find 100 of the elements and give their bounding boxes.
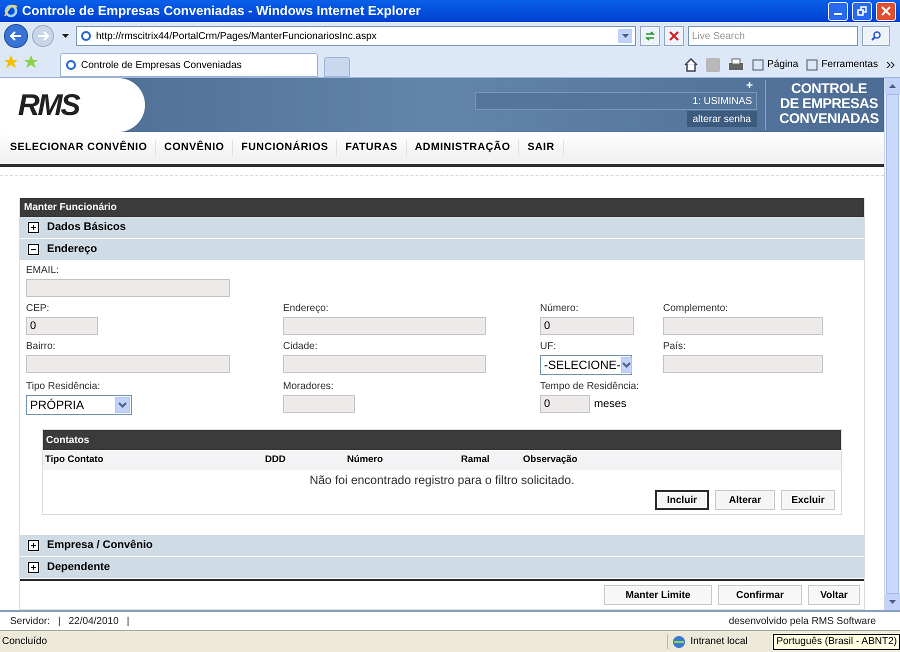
column-header: Ramal (460, 452, 491, 467)
credit-text: desenvolvido pela RMS Software (728, 614, 876, 628)
toolbar-menu[interactable]: Página (752, 57, 798, 72)
field-label: Bairro: (26, 341, 56, 353)
refresh-icon (644, 30, 656, 42)
toolbar-menu[interactable]: Ferramentas (806, 57, 878, 72)
panel-title: Manter Funcionário (20, 198, 864, 217)
restore-icon (857, 6, 867, 16)
action-button[interactable]: Confirmar (718, 585, 802, 605)
input-field[interactable] (663, 355, 823, 373)
menu-label: Página (767, 58, 798, 72)
section-header[interactable]: Dependente (20, 557, 864, 579)
home-icon[interactable] (684, 58, 698, 72)
input-field[interactable]: 0 (540, 317, 634, 335)
restore-button[interactable] (852, 2, 872, 20)
separator: | (58, 614, 61, 628)
change-password-link[interactable]: alterar senha (686, 111, 757, 127)
browser-tab[interactable]: Controle de Empresas Conveniadas (60, 53, 318, 77)
minimize-button[interactable] (828, 2, 848, 20)
address-field[interactable]: http://rmscitrix44/PortalCrm/Pages/ManterFuncionariosInc.aspx (76, 26, 636, 46)
app-title: CONTROLE (791, 81, 867, 96)
field-label: País: (663, 341, 687, 353)
nav-item[interactable]: SELECIONAR CONVÊNIO (2, 140, 156, 156)
plus-icon[interactable] (28, 540, 39, 551)
field-label: Número: (540, 303, 580, 315)
search-icon (871, 31, 881, 41)
field-label: CEP: (26, 303, 50, 315)
nav-item[interactable]: SAIR (519, 140, 564, 156)
field-label: Complemento: (663, 303, 730, 315)
field-label: Cidade: (283, 341, 318, 353)
section-header[interactable]: Empresa / Convênio (20, 535, 864, 557)
close-button[interactable] (876, 2, 896, 20)
page-icon (80, 30, 92, 42)
table-button[interactable]: Alterar (715, 490, 775, 510)
field-label: Endereço: (283, 303, 330, 315)
browser-icon (4, 4, 18, 18)
page-icon (752, 58, 764, 70)
nav-item[interactable]: FUNCIONÁRIOS (233, 140, 338, 156)
field-label: EMAIL: (26, 265, 60, 277)
column-header: Observação (522, 452, 578, 467)
table-button[interactable]: Incluir (655, 490, 709, 510)
minus-icon[interactable] (28, 244, 39, 255)
printer-icon[interactable] (728, 58, 744, 72)
input-field[interactable] (283, 317, 486, 335)
input-field[interactable] (26, 279, 230, 297)
field-suffix: meses (594, 396, 626, 412)
field-label: Tempo de Residência: (540, 381, 640, 393)
logo: RMS (18, 88, 79, 124)
app-title: DE EMPRESAS (780, 96, 878, 111)
refresh-button[interactable] (640, 26, 660, 46)
table-button[interactable]: Excluir (781, 490, 835, 510)
dropdown[interactable]: PRÓPRIA (26, 395, 132, 415)
page-icon (806, 58, 818, 70)
input-field[interactable] (283, 355, 486, 373)
section-header[interactable]: Endereço (20, 239, 864, 261)
menu-label: Ferramentas (821, 58, 878, 72)
column-header: DDD (264, 452, 287, 467)
input-field[interactable] (663, 317, 823, 335)
zone-label: Intranet local (690, 635, 748, 649)
nav-item[interactable]: CONVÊNIO (156, 140, 234, 156)
action-button[interactable]: Manter Limite (604, 585, 712, 605)
window-title: Controle de Empresas Conveniadas - Windows Internet Explorer (22, 2, 422, 20)
plus-icon[interactable] (28, 222, 39, 233)
scrollbar-drawing[interactable] (884, 78, 900, 610)
plus-icon[interactable] (28, 562, 39, 573)
close-icon (881, 6, 891, 16)
column-header: Número (346, 452, 384, 467)
server-label: Servidor: (10, 614, 50, 628)
stop-button[interactable] (664, 26, 684, 46)
search-field[interactable]: Live Search (688, 26, 858, 46)
page-icon (65, 59, 77, 71)
field-label: Moradores: (283, 381, 335, 393)
separator: | (126, 614, 130, 628)
action-button[interactable]: Voltar (808, 585, 860, 605)
globe-icon (672, 634, 686, 648)
favorites-star-icon[interactable] (4, 55, 18, 69)
empty-message: Não foi encontrado registro para o filtro solicitado. (308, 472, 576, 489)
field-label: Tipo Residência: (26, 381, 102, 393)
stop-icon (669, 31, 679, 41)
table-title: Contatos (43, 430, 841, 450)
chevron-icon[interactable] (886, 60, 896, 70)
back-button[interactable] (4, 24, 28, 48)
back-arrow-icon (10, 31, 22, 41)
nav-item[interactable]: FATURAS (337, 140, 407, 156)
section-header[interactable]: Dados Básicos (20, 217, 864, 239)
field-label: UF: (540, 341, 558, 353)
input-field[interactable] (26, 355, 230, 373)
minimize-icon (834, 13, 842, 15)
search-button[interactable] (862, 26, 890, 46)
dropdown[interactable]: -SELECIONE- (540, 355, 632, 375)
input-field[interactable]: 0 (540, 395, 590, 413)
forward-arrow-icon (37, 31, 49, 41)
status-text: Concluído (2, 635, 48, 649)
user-field: 1: USIMINAS (475, 92, 757, 110)
input-field[interactable] (283, 395, 355, 413)
app-title: CONVENIADAS (779, 111, 879, 126)
input-field[interactable]: 0 (26, 317, 98, 335)
nav-item[interactable]: ADMINISTRAÇÃO (406, 140, 520, 156)
date-text: 22/04/2010 (68, 614, 119, 628)
plus-icon[interactable]: + (746, 78, 757, 92)
